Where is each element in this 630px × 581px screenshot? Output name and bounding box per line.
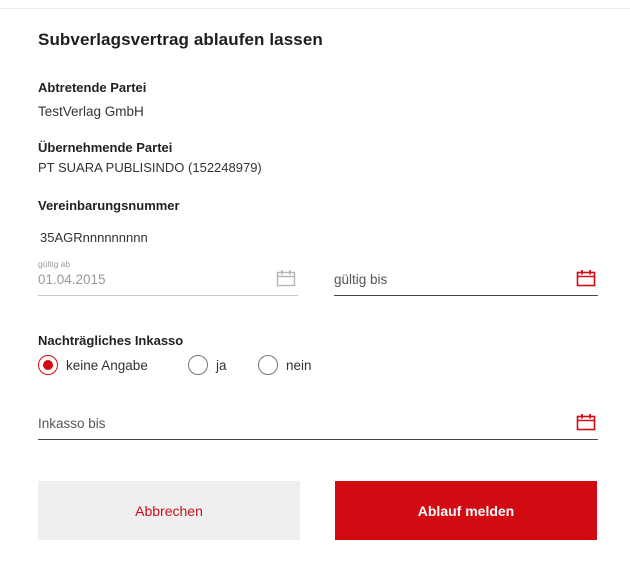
- radio-unselected-icon[interactable]: [258, 355, 278, 375]
- receiving-party-label: Übernehmende Partei: [38, 140, 173, 155]
- valid-until-field[interactable]: gültig bis: [334, 269, 598, 296]
- cancel-button[interactable]: Abbrechen: [38, 481, 300, 540]
- calendar-icon[interactable]: [576, 413, 596, 431]
- agreement-number-label: Vereinbarungsnummer: [38, 198, 180, 213]
- valid-until-placeholder[interactable]: gültig bis: [334, 272, 387, 287]
- radio-selected-icon[interactable]: [38, 355, 58, 375]
- radio-label[interactable]: ja: [216, 358, 227, 373]
- calendar-icon: [276, 270, 296, 287]
- submit-expiry-button[interactable]: Ablauf melden: [335, 481, 597, 540]
- top-divider: [0, 8, 630, 9]
- valid-until-underline: [334, 295, 598, 296]
- collection-until-underline: [38, 439, 598, 440]
- collection-until-placeholder[interactable]: Inkasso bis: [38, 416, 106, 431]
- collection-label: Nachträgliches Inkasso: [38, 333, 184, 348]
- valid-from-field: gültig ab 01.04.2015: [38, 259, 298, 296]
- valid-from-value: 01.04.2015: [38, 272, 106, 287]
- dialog-title: Subverlagsvertrag ablaufen lassen: [38, 30, 323, 49]
- radio-ja[interactable]: ja: [188, 355, 227, 375]
- radio-label[interactable]: keine Angabe: [66, 358, 148, 373]
- agreement-number-value: 35AGRnnnnnnnnn: [40, 230, 148, 245]
- valid-from-label: gültig ab: [38, 259, 71, 269]
- calendar-icon[interactable]: [576, 269, 596, 287]
- assigning-party-value: TestVerlag GmbH: [38, 104, 144, 119]
- radio-label[interactable]: nein: [286, 358, 312, 373]
- radio-unselected-icon[interactable]: [188, 355, 208, 375]
- radio-nein[interactable]: nein: [258, 355, 312, 375]
- assigning-party-label: Abtretende Partei: [38, 80, 147, 95]
- collection-until-field[interactable]: Inkasso bis: [38, 413, 598, 440]
- radio-keine-angabe[interactable]: keine Angabe: [38, 355, 148, 375]
- receiving-party-value: PT SUARA PUBLISINDO (152248979): [38, 160, 262, 175]
- valid-from-underline: [38, 295, 298, 296]
